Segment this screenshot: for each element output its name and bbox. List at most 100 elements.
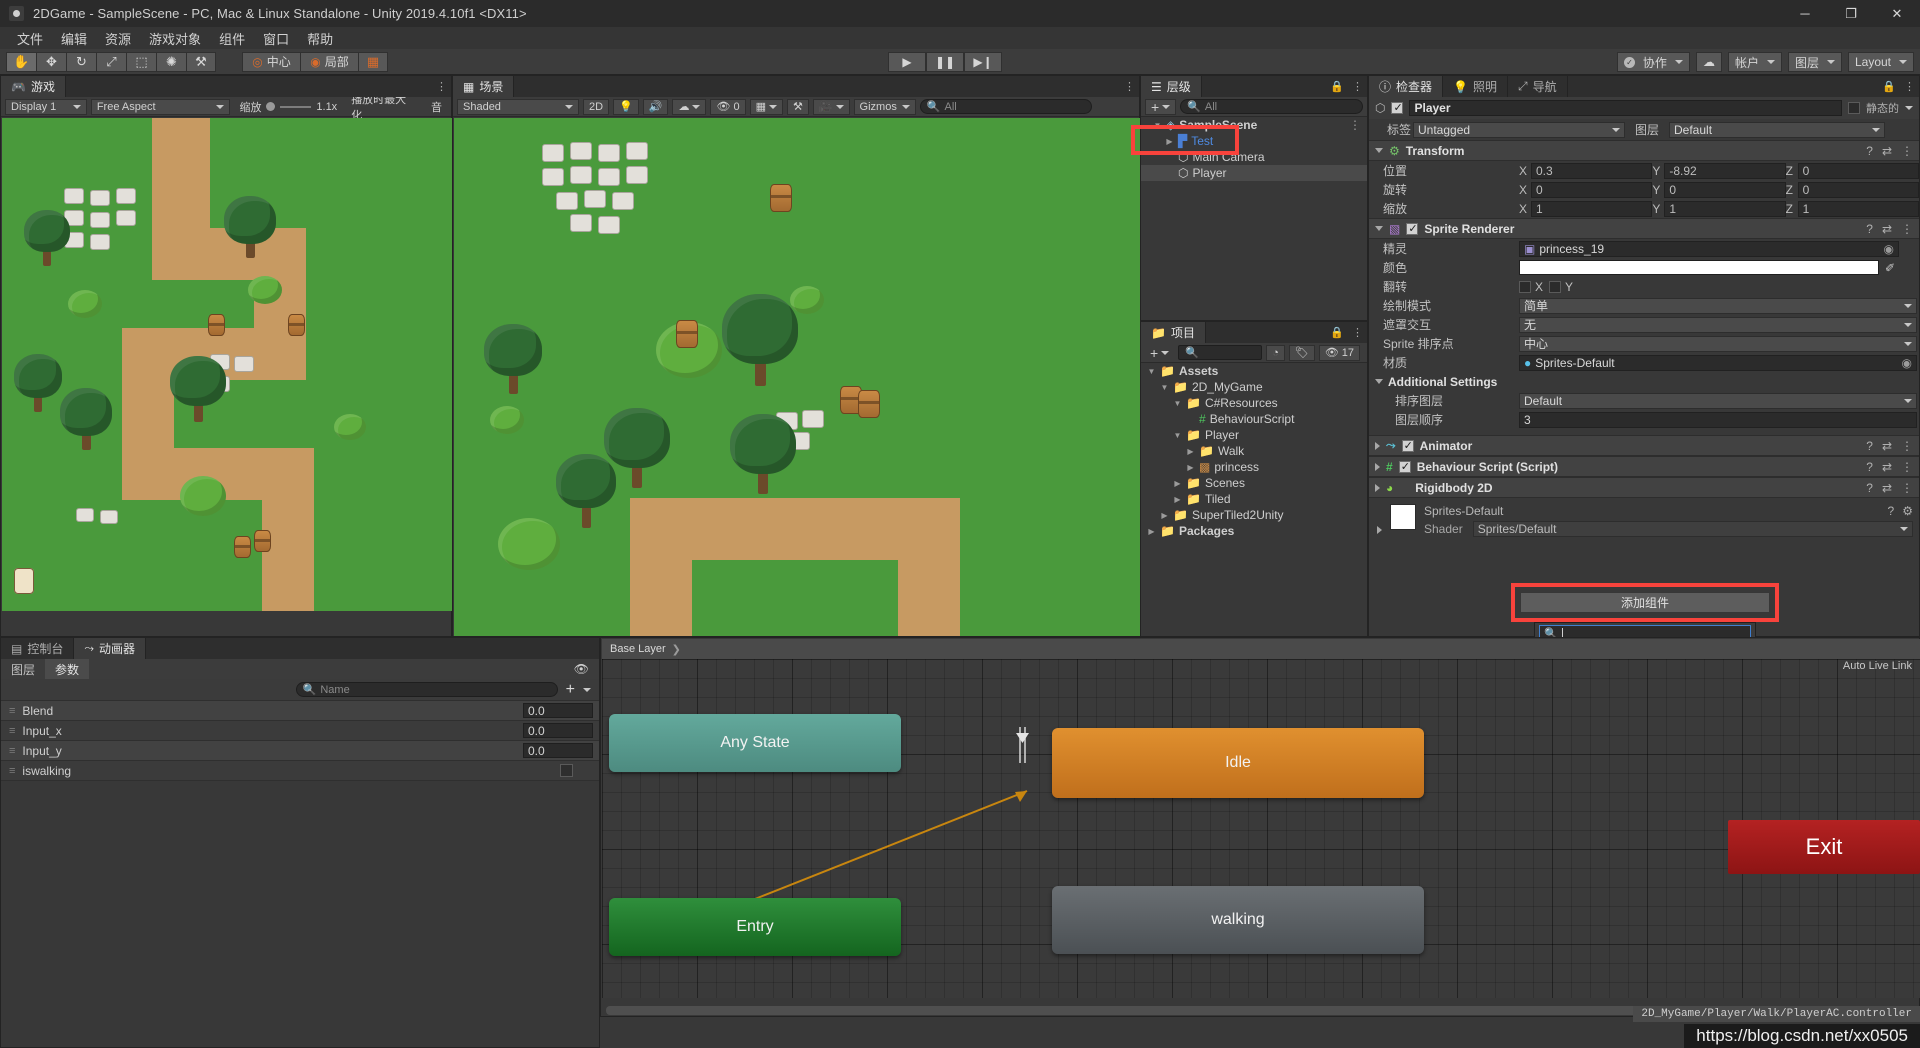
eyedropper-icon[interactable]: ✐ (1885, 261, 1895, 275)
scene-lighting-toggle[interactable]: 💡 (613, 99, 639, 115)
lock-icon[interactable]: 🔒 (1330, 326, 1344, 339)
slider-handle-icon[interactable] (266, 102, 275, 111)
object-name-field[interactable]: Player (1409, 100, 1842, 116)
scale-tool-button[interactable]: ⤢ (96, 52, 126, 72)
game-render-canvas[interactable] (2, 118, 452, 611)
object-picker-icon[interactable]: ◉ (1902, 356, 1912, 370)
chevron-down-icon[interactable] (1375, 226, 1383, 231)
close-button[interactable]: ✕ (1874, 0, 1920, 27)
add-component-button[interactable]: 添加组件 (1520, 592, 1770, 613)
more-options-icon[interactable]: ⋮ (1352, 80, 1363, 93)
gear-icon[interactable]: ⚙ (1902, 504, 1913, 518)
display-dropdown[interactable]: Display 1 (5, 99, 87, 115)
object-enabled-checkbox[interactable] (1391, 102, 1403, 114)
layer-dropdown[interactable]: Default (1669, 122, 1885, 138)
cloud-button[interactable]: ☁ (1696, 52, 1722, 72)
project-item[interactable]: ▶📁Walk (1141, 443, 1367, 459)
tab-inspector[interactable]: ⓘ 检查器 (1369, 76, 1443, 97)
layers-button[interactable]: 图层 (1788, 52, 1842, 72)
hand-tool-button[interactable]: ✋ (6, 52, 36, 72)
chevron-right-icon[interactable] (1375, 442, 1380, 450)
project-search-input[interactable]: 🔍 (1178, 345, 1262, 360)
mask-interaction-dropdown[interactable]: 无 (1519, 317, 1917, 333)
chevron-right-icon[interactable]: ▶ (1186, 463, 1195, 472)
drag-handle-icon[interactable]: ≡ (9, 765, 15, 777)
more-options-icon[interactable]: ⋮ (436, 80, 447, 93)
flip-x-checkbox[interactable] (1519, 281, 1531, 293)
additional-settings-header[interactable]: Additional Settings (1369, 372, 1919, 391)
project-item[interactable]: ▼📁Player (1141, 427, 1367, 443)
animator-parameter-checkbox[interactable] (560, 764, 573, 777)
subtab-parameters[interactable]: 参数 (45, 659, 89, 679)
project-create-button[interactable]: + (1145, 345, 1174, 361)
material-object-field[interactable]: ● Sprites-Default ◉ (1519, 355, 1917, 371)
animator-parameter-row[interactable]: ≡Input_y0.0 (1, 741, 599, 761)
preset-icon[interactable]: ⇄ (1882, 460, 1892, 474)
preset-icon[interactable]: ⇄ (1882, 222, 1892, 236)
state-node-walking[interactable]: walking (1052, 886, 1424, 954)
tab-animator[interactable]: ⤳ 动画器 (74, 638, 146, 659)
axis-x-field[interactable]: 0 (1531, 182, 1652, 198)
base-layer-breadcrumb[interactable]: Base Layer ❯ (602, 639, 1920, 659)
tab-navigation[interactable]: ⤢ 导航 (1508, 76, 1568, 97)
chevron-right-icon[interactable]: ▶ (1165, 137, 1174, 146)
pivot-rotation-button[interactable]: ◉ 局部 (300, 52, 358, 72)
minimize-button[interactable]: ─ (1782, 0, 1828, 27)
scene-camera-dropdown[interactable]: 🎥 (813, 99, 850, 115)
tab-console[interactable]: ▤ 控制台 (1, 638, 74, 659)
menu-item-file[interactable]: 文件 (8, 27, 52, 50)
grid-snap-button[interactable]: ▦ (358, 52, 388, 72)
chevron-down-icon[interactable] (583, 688, 591, 692)
rect-tool-button[interactable]: ⬚ (126, 52, 156, 72)
project-item[interactable]: ▼📁2D_MyGame (1141, 379, 1367, 395)
object-picker-icon[interactable]: ◉ (1884, 242, 1894, 256)
aspect-dropdown[interactable]: Free Aspect (91, 99, 231, 115)
scene-render-canvas[interactable] (454, 118, 1140, 636)
axis-z-field[interactable]: 1 (1798, 201, 1919, 217)
more-options-icon[interactable]: ⋮ (1352, 326, 1363, 339)
menu-item-help[interactable]: 帮助 (298, 27, 342, 50)
preset-icon[interactable]: ⇄ (1882, 439, 1892, 453)
chevron-right-icon[interactable] (1375, 463, 1380, 471)
help-icon[interactable]: ? (1866, 460, 1873, 474)
drag-handle-icon[interactable]: ≡ (9, 745, 15, 757)
drag-handle-icon[interactable]: ≡ (9, 725, 15, 737)
chevron-right-icon[interactable] (1377, 526, 1382, 534)
more-options-icon[interactable]: ⋮ (1901, 481, 1913, 495)
more-options-icon[interactable]: ⋮ (1124, 80, 1135, 93)
animator-parameter-value[interactable]: 0.0 (523, 723, 593, 738)
state-node-any-state[interactable]: Any State (609, 714, 901, 772)
preset-icon[interactable]: ⇄ (1882, 144, 1892, 158)
more-options-icon[interactable]: ⋮ (1901, 144, 1913, 158)
animator-enabled-checkbox[interactable] (1402, 440, 1414, 452)
transform-tool-button[interactable]: ✺ (156, 52, 186, 72)
hierarchy-item-player[interactable]: ⬡ Player (1141, 165, 1367, 181)
scene-search-input[interactable]: 🔍 All (920, 99, 1092, 114)
collab-button[interactable]: ✓ 协作 (1617, 52, 1690, 72)
flip-y-checkbox[interactable] (1549, 281, 1561, 293)
scene-fx-dropdown[interactable]: ☁ (672, 99, 706, 115)
project-item[interactable]: ▼📁Assets (1141, 363, 1367, 379)
tab-project[interactable]: 📁 项目 (1141, 322, 1206, 343)
scene-audio-toggle[interactable]: 🔊 (643, 99, 669, 115)
tab-hierarchy[interactable]: ☰ 层级 (1141, 76, 1202, 97)
help-icon[interactable]: ? (1866, 144, 1873, 158)
tag-dropdown[interactable]: Untagged (1413, 122, 1625, 138)
state-node-entry[interactable]: Entry (609, 898, 901, 956)
axis-z-field[interactable]: 0 (1798, 163, 1919, 179)
chevron-right-icon[interactable]: ▶ (1186, 447, 1195, 456)
rotate-tool-button[interactable]: ↻ (66, 52, 96, 72)
project-filter-label-button[interactable]: 🏷 (1289, 345, 1315, 361)
auto-live-link-label[interactable]: Auto Live Link (1843, 660, 1912, 672)
account-button[interactable]: 帐户 (1728, 52, 1782, 72)
exit-button[interactable]: Exit (1728, 820, 1920, 874)
hierarchy-item-samplescene[interactable]: ▼ ◈ SampleScene ⋮ (1141, 117, 1367, 133)
more-options-icon[interactable]: ⋮ (1901, 222, 1913, 236)
project-item[interactable]: ▶📁Packages (1141, 523, 1367, 539)
menu-item-component[interactable]: 组件 (210, 27, 254, 50)
layout-button[interactable]: Layout (1848, 52, 1914, 72)
component-header-transform[interactable]: ⚙ Transform ? ⇄ ⋮ (1369, 140, 1919, 161)
axis-x-field[interactable]: 1 (1531, 201, 1652, 217)
help-icon[interactable]: ? (1866, 222, 1873, 236)
drag-handle-icon[interactable]: ≡ (9, 705, 15, 717)
